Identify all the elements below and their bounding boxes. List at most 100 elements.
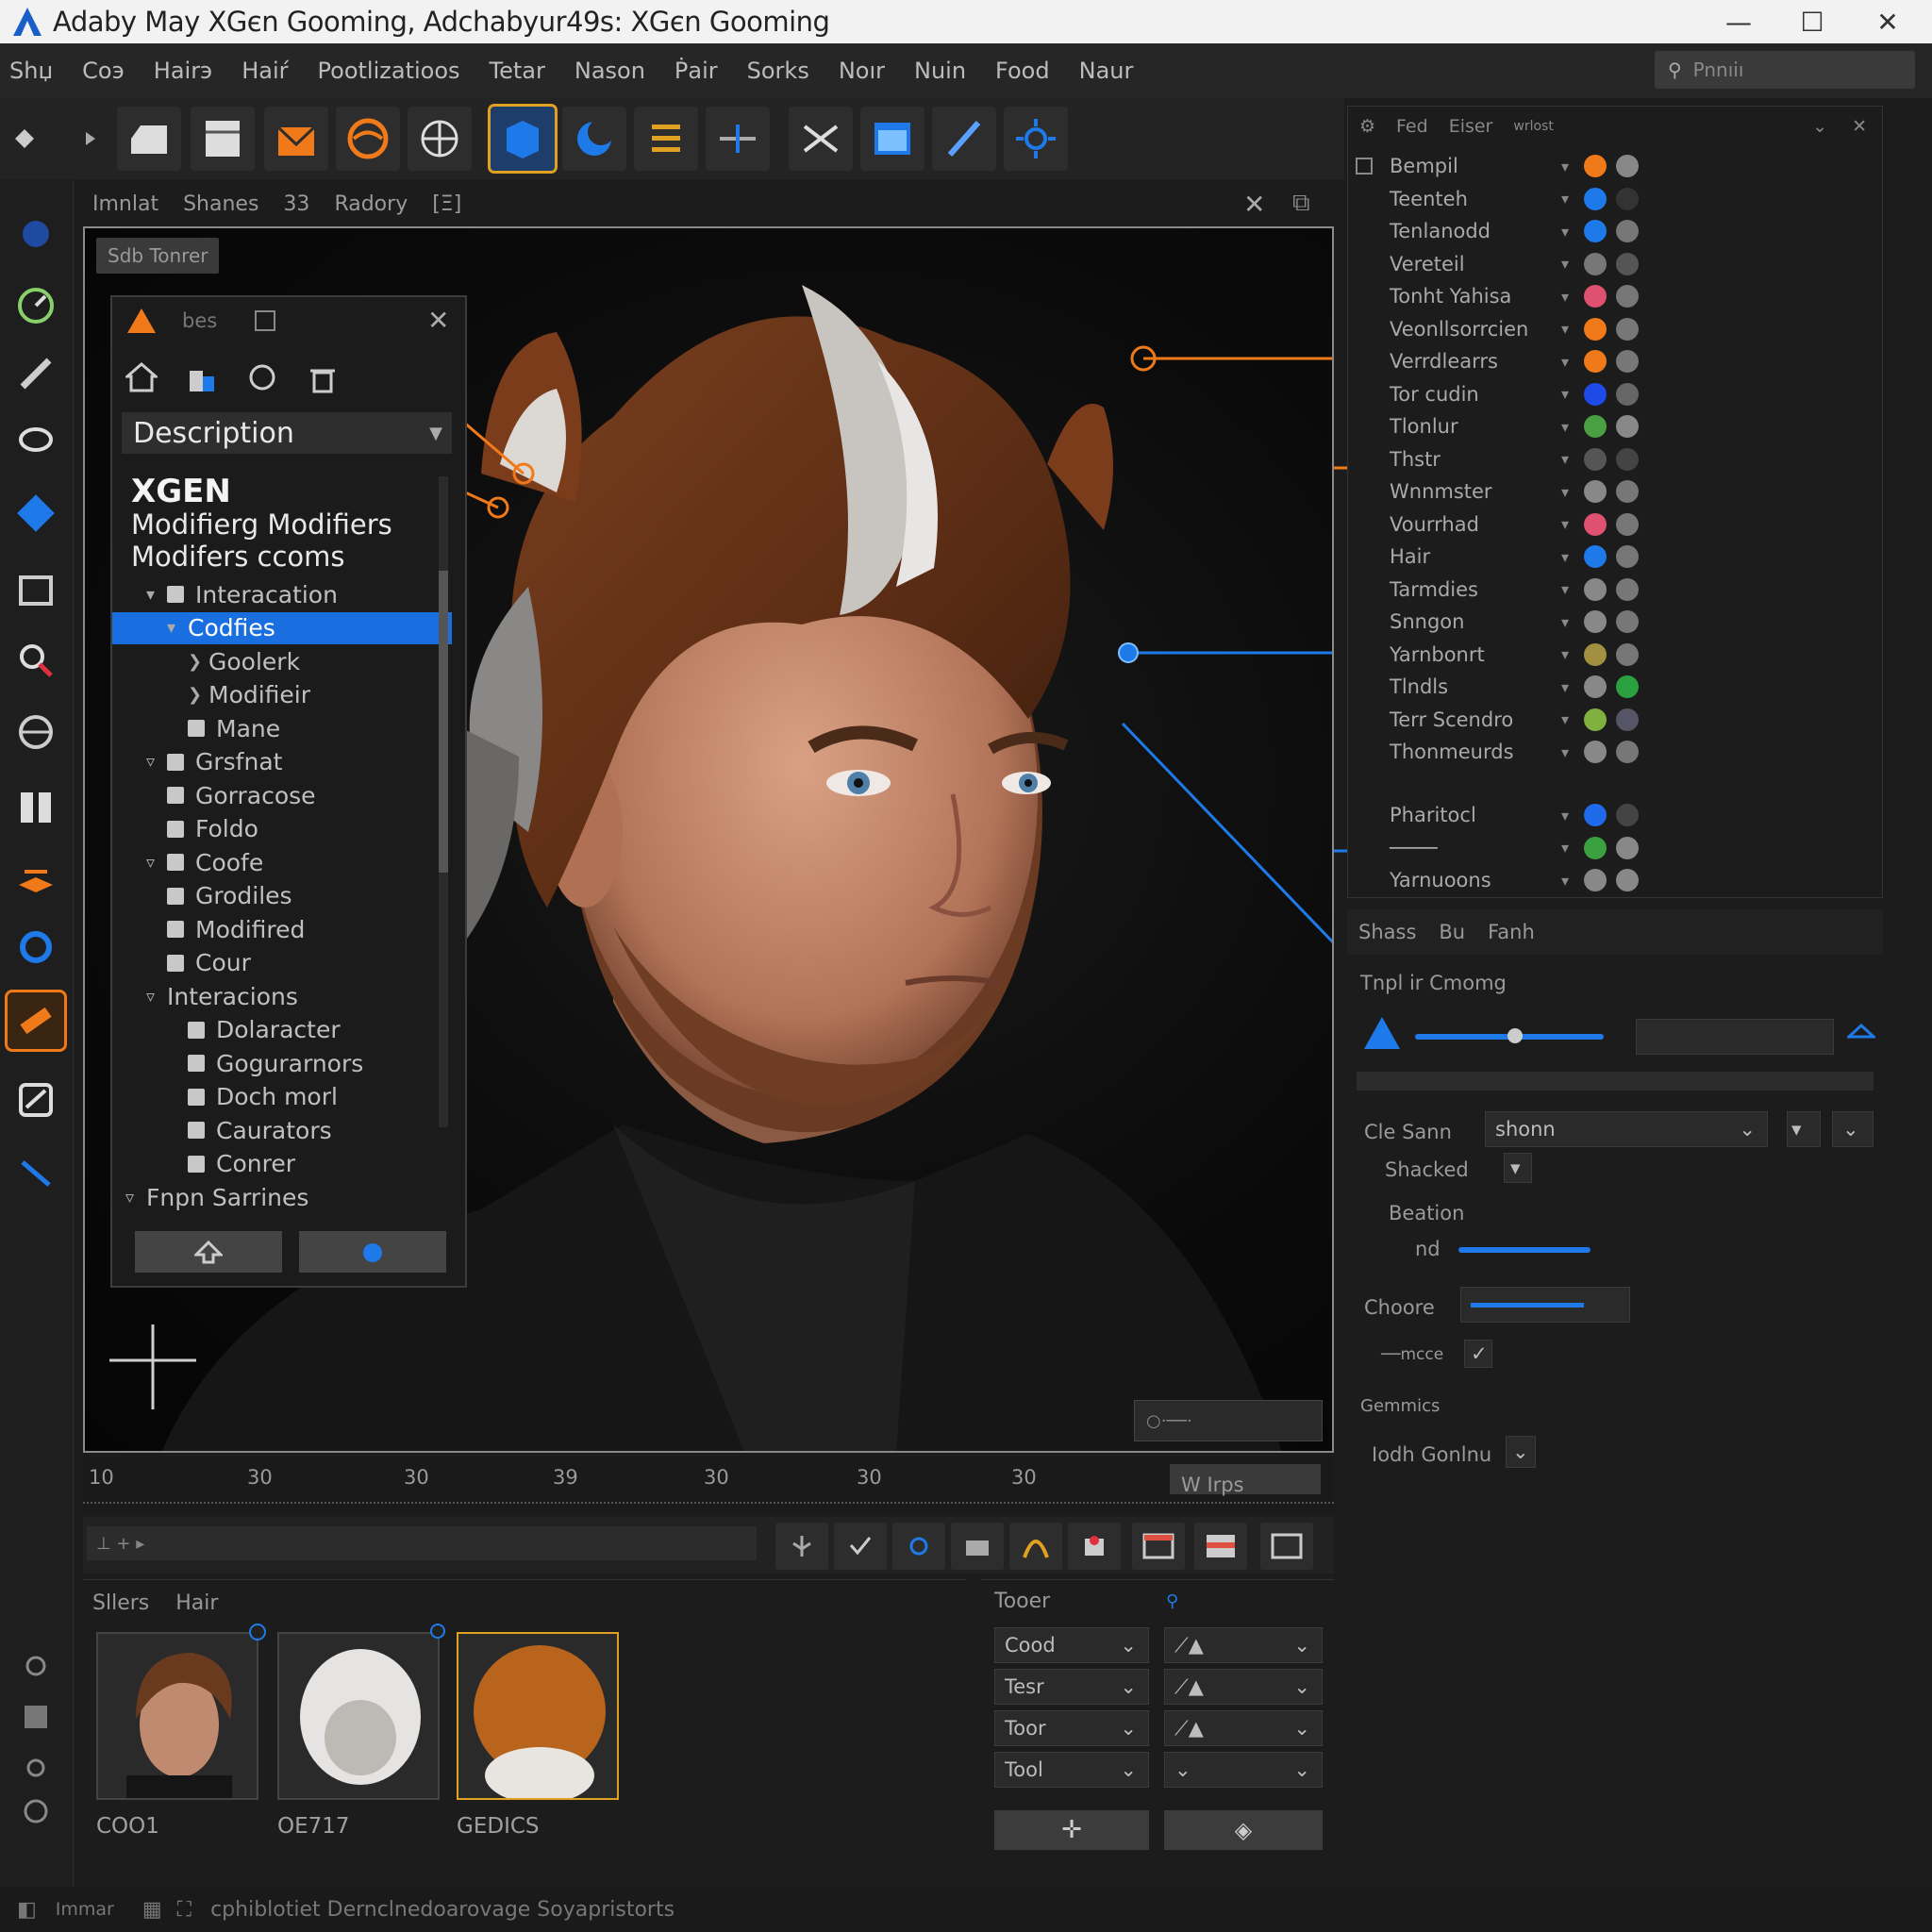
material-swatch-icon[interactable] xyxy=(1584,285,1607,308)
chevron-down-icon[interactable]: ⌄ xyxy=(1812,116,1827,137)
material-swatch-icon[interactable] xyxy=(1584,545,1607,568)
material-swatch-icon[interactable] xyxy=(1584,869,1607,891)
tab[interactable]: Shanes xyxy=(183,192,258,216)
toggle[interactable]: ✓ xyxy=(1464,1340,1492,1368)
tree-item[interactable]: ▿ Interacions xyxy=(112,980,452,1012)
tool-dropdown[interactable]: Tesr ⌄ xyxy=(994,1669,1149,1705)
tool-dropdown[interactable]: Tool ⌄ xyxy=(994,1752,1149,1788)
choose-dropdown[interactable] xyxy=(1460,1287,1630,1323)
close-viewport-icon[interactable]: ✕ xyxy=(1243,189,1265,220)
menu-item[interactable]: Shџ xyxy=(9,58,53,84)
expand-arrow-icon[interactable]: ❯ xyxy=(188,652,208,672)
split-tool-icon[interactable] xyxy=(706,107,770,171)
preset-thumbnail[interactable] xyxy=(277,1632,440,1800)
shader-swatch-icon[interactable] xyxy=(1616,708,1639,731)
outliner-row[interactable]: Thonmeurds ▾ xyxy=(1348,736,1884,768)
tab[interactable]: [Ξ] xyxy=(432,192,461,216)
shader-swatch-icon[interactable] xyxy=(1616,252,1639,275)
menu-item[interactable]: Nason xyxy=(575,58,645,84)
material-swatch-icon[interactable] xyxy=(1584,512,1607,536)
visibility-checkbox[interactable] xyxy=(167,820,184,838)
stacked-toggle[interactable]: ▾ xyxy=(1504,1153,1532,1183)
preset-thumbnail[interactable] xyxy=(96,1632,258,1800)
visibility-icon[interactable]: ▾ xyxy=(1561,255,1569,273)
visibility-checkbox[interactable] xyxy=(188,1088,205,1106)
outliner-row[interactable]: Verrdlearrs ▾ xyxy=(1348,345,1884,377)
scissors-icon[interactable] xyxy=(789,107,853,171)
tab[interactable]: Sllers xyxy=(92,1591,149,1615)
tab[interactable]: 33 xyxy=(283,192,309,216)
diamond-button[interactable]: ◈ xyxy=(1164,1810,1323,1850)
refresh-icon[interactable] xyxy=(246,361,278,393)
menu-item[interactable]: Tetar xyxy=(490,58,545,84)
visibility-icon[interactable]: ▾ xyxy=(1561,839,1569,857)
link-icon[interactable] xyxy=(892,1523,945,1570)
header-field[interactable]: Eiser xyxy=(1449,116,1493,137)
dock-icon[interactable] xyxy=(255,310,276,331)
material-swatch-icon[interactable] xyxy=(1584,642,1607,666)
move-icon[interactable] xyxy=(6,107,43,171)
visibility-icon[interactable]: ▾ xyxy=(1561,710,1569,728)
orbit-icon[interactable] xyxy=(8,704,64,760)
tree-item[interactable]: Dolaracter xyxy=(112,1014,452,1046)
expand-arrow-icon[interactable]: ▿ xyxy=(146,853,167,873)
material-swatch-icon[interactable] xyxy=(1584,741,1607,763)
box-select-icon[interactable] xyxy=(8,1072,64,1128)
tree-item[interactable]: Modifired xyxy=(112,913,452,945)
menu-item[interactable]: Sorks xyxy=(747,58,809,84)
home-icon[interactable] xyxy=(125,361,158,393)
add-button[interactable]: ✛ xyxy=(994,1810,1149,1850)
home-blue-icon[interactable] xyxy=(1847,1023,1875,1051)
visibility-checkbox[interactable] xyxy=(188,1155,205,1173)
option-button[interactable]: ▾ xyxy=(1787,1111,1821,1147)
clock-icon[interactable] xyxy=(8,1783,64,1840)
delete-icon[interactable] xyxy=(307,361,339,393)
outliner-row[interactable]: Pharitocl ▾ xyxy=(1348,799,1884,831)
shader-swatch-icon[interactable] xyxy=(1616,869,1639,891)
brush-icon[interactable] xyxy=(932,107,996,171)
target-orange-icon[interactable] xyxy=(336,107,400,171)
list-orange-icon[interactable] xyxy=(634,107,698,171)
material-swatch-icon[interactable] xyxy=(1584,577,1607,601)
material-swatch-icon[interactable] xyxy=(1584,708,1607,731)
search-field[interactable]: ⚲ Pnnıı̇ı xyxy=(1655,51,1915,89)
material-swatch-icon[interactable] xyxy=(1584,610,1607,633)
visibility-icon[interactable]: ▾ xyxy=(1561,743,1569,761)
tree-item[interactable]: Grodiles xyxy=(112,880,452,912)
menu-item[interactable]: Coэ xyxy=(82,58,125,84)
outliner-row[interactable]: Thstr ▾ xyxy=(1348,443,1884,475)
arch-icon[interactable] xyxy=(1009,1523,1062,1570)
visibility-checkbox[interactable] xyxy=(167,887,184,905)
outliner-row[interactable]: Tarmdies ▾ xyxy=(1348,574,1884,606)
preset-thumbnail[interactable] xyxy=(457,1632,619,1800)
envelope-icon[interactable] xyxy=(264,107,328,171)
shader-swatch-icon[interactable] xyxy=(1616,610,1639,633)
close-button[interactable]: ✕ xyxy=(1851,0,1924,43)
material-swatch-icon[interactable] xyxy=(1584,675,1607,698)
visibility-icon[interactable]: ▾ xyxy=(1561,385,1569,403)
material-swatch-icon[interactable] xyxy=(1584,155,1607,177)
stack-orange-icon[interactable] xyxy=(8,851,64,908)
material-swatch-icon[interactable] xyxy=(1584,220,1607,242)
visibility-checkbox[interactable] xyxy=(167,787,184,804)
visibility-checkbox[interactable] xyxy=(167,921,184,938)
shader-swatch-icon[interactable] xyxy=(1616,285,1639,308)
tree-item[interactable]: ▿ Grsfnat xyxy=(112,746,452,778)
tree-item[interactable]: Caurators xyxy=(112,1114,452,1146)
tree-item[interactable]: Mane xyxy=(112,712,452,744)
length-slider[interactable] xyxy=(1458,1247,1591,1253)
outliner-row[interactable]: Snngon ▾ xyxy=(1348,606,1884,638)
visibility-icon[interactable]: ▾ xyxy=(1561,450,1569,468)
expand-arrow-icon[interactable]: ▿ xyxy=(146,752,167,772)
visibility-checkbox[interactable] xyxy=(188,1122,205,1139)
material-swatch-icon[interactable] xyxy=(1584,480,1607,503)
menu-item[interactable]: Pootlizatioos xyxy=(318,58,460,84)
tab[interactable]: Hair xyxy=(175,1591,218,1615)
export-button[interactable] xyxy=(299,1231,446,1273)
close-icon[interactable]: ✕ xyxy=(1852,116,1867,137)
slider-handle[interactable] xyxy=(1507,1028,1523,1043)
outliner-row[interactable]: Wnnmster ▾ xyxy=(1348,475,1884,508)
lasso-icon[interactable] xyxy=(8,415,64,472)
outliner-row[interactable]: Vourrhad ▾ xyxy=(1348,508,1884,541)
menu-item[interactable]: Hairэ xyxy=(154,58,212,84)
